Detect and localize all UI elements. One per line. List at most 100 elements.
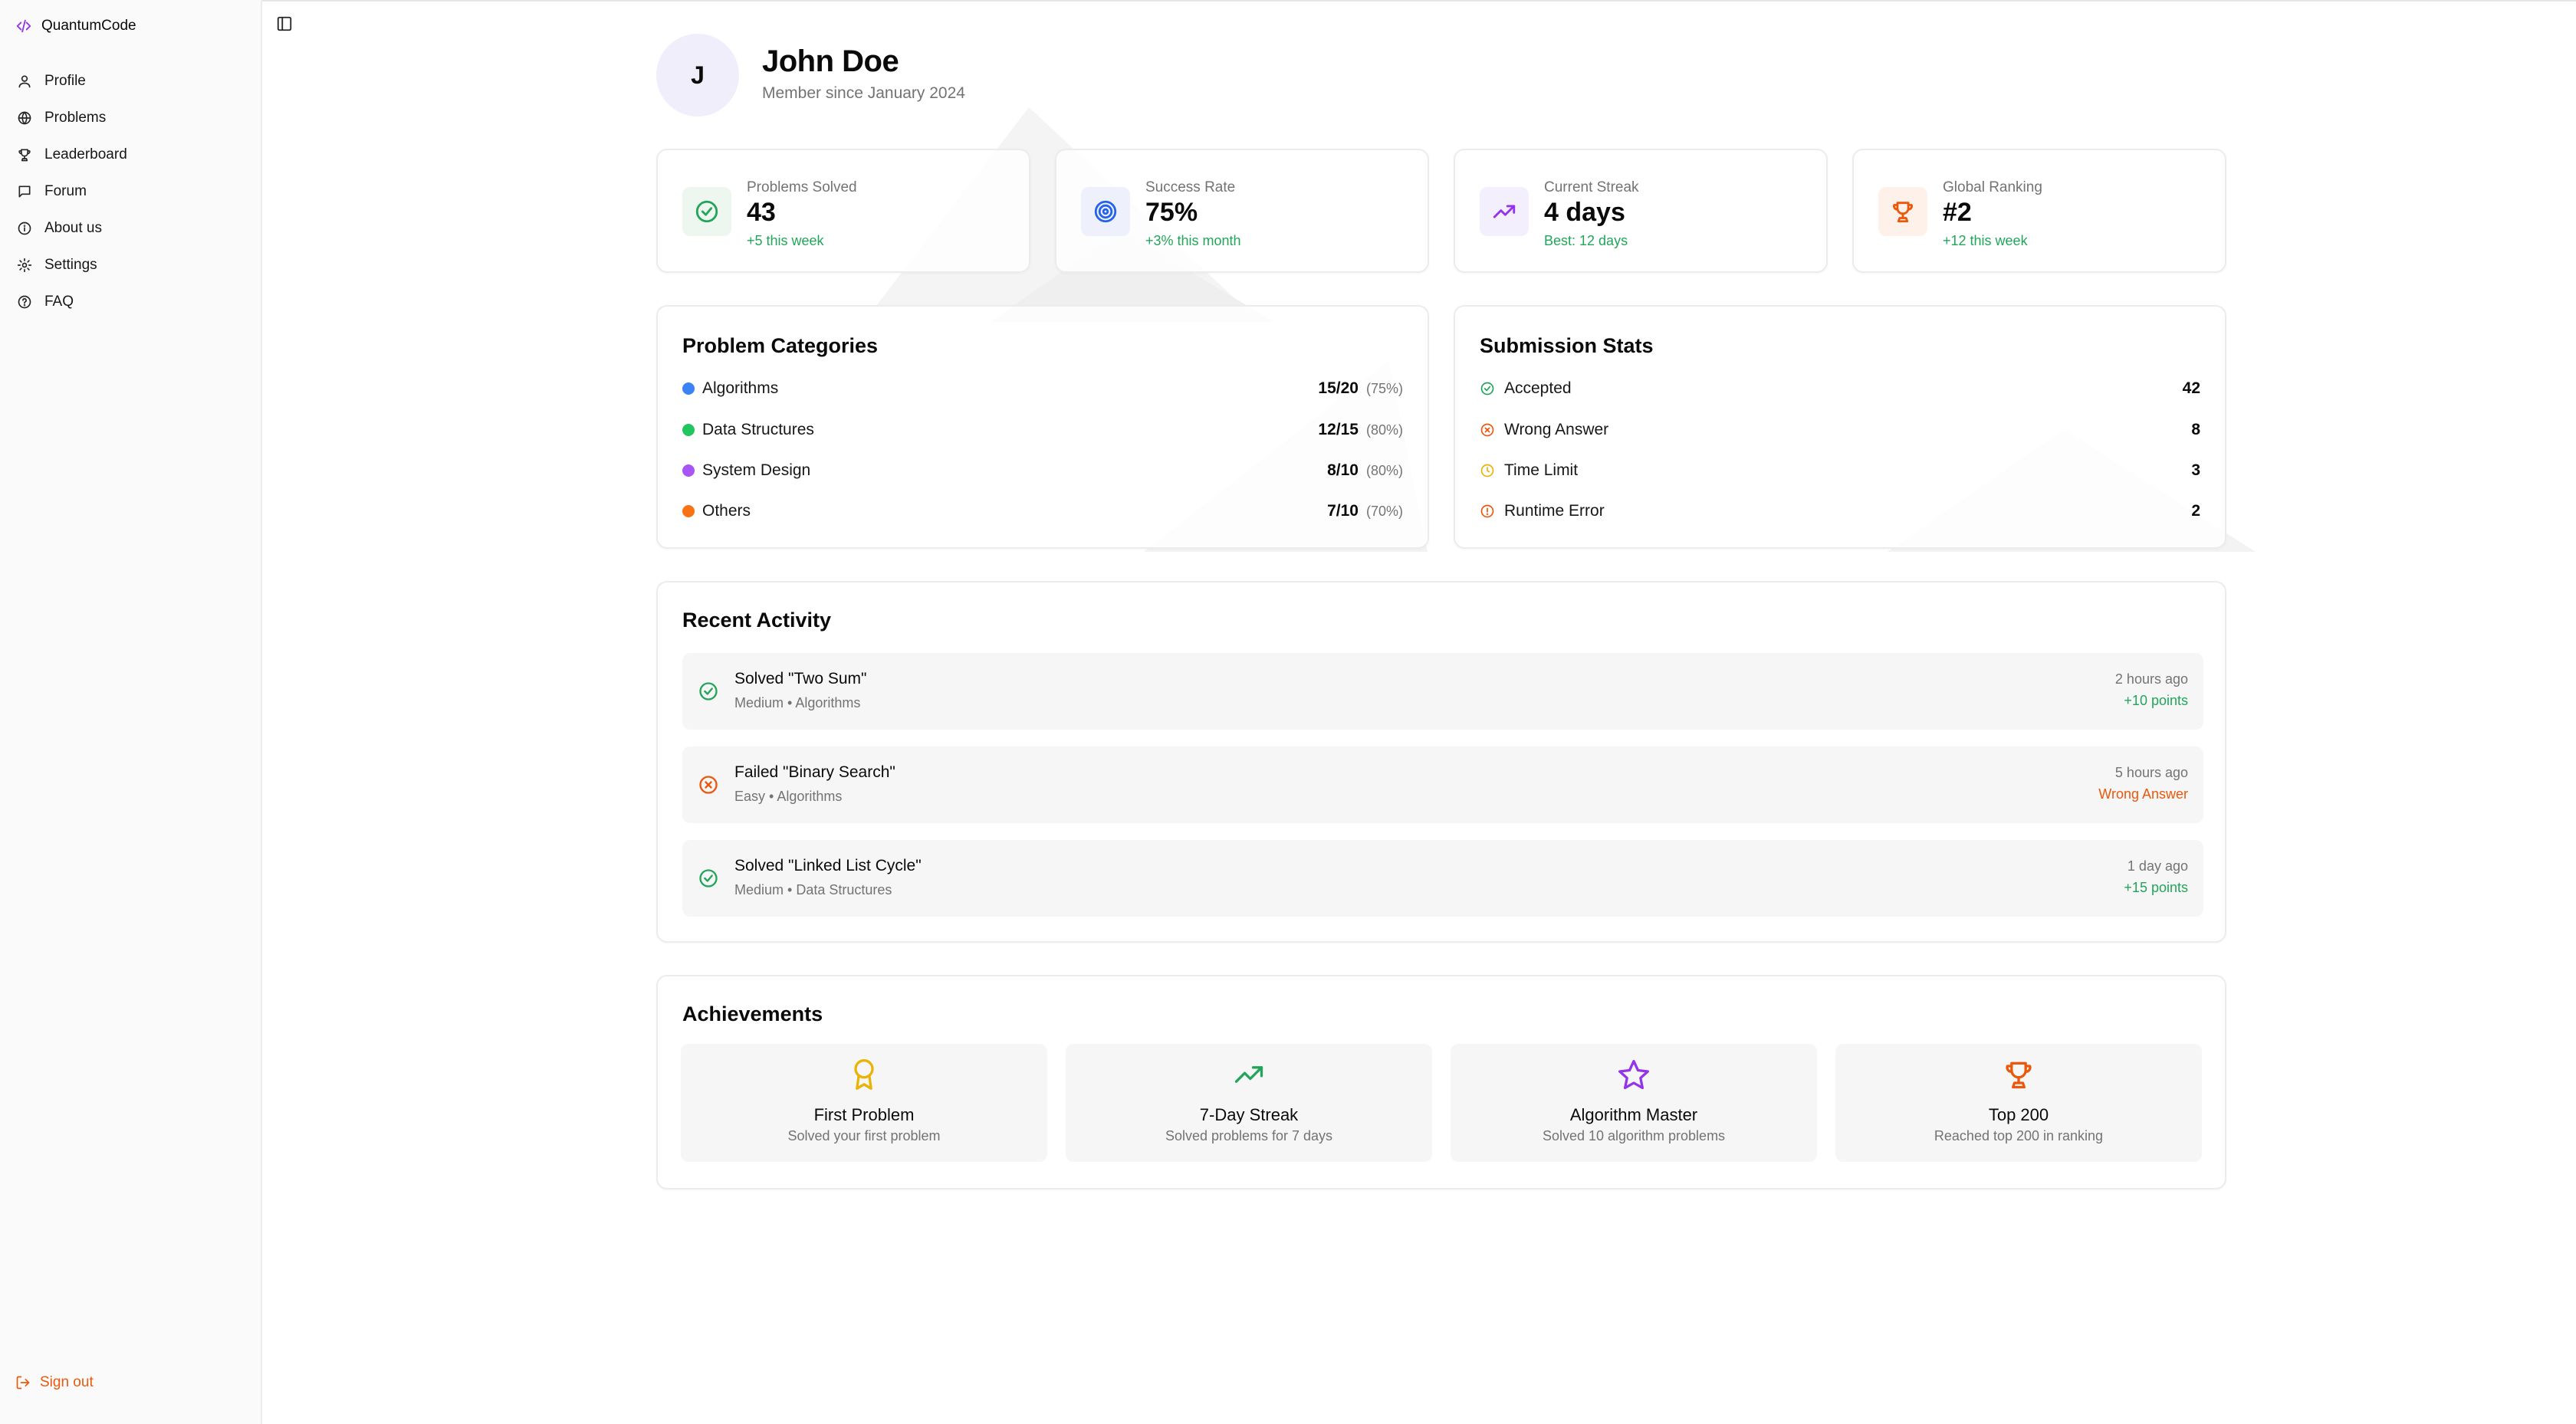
brand-name: QuantumCode bbox=[41, 18, 136, 34]
stat-icon-wrap bbox=[1480, 187, 1529, 236]
stat-value: 43 bbox=[747, 198, 776, 227]
stat-value: 75% bbox=[1145, 198, 1198, 227]
member-since: Member since January 2024 bbox=[762, 84, 965, 102]
stat-sub: +12 this week bbox=[1943, 233, 2028, 248]
sidebar-item-label: Profile bbox=[44, 73, 86, 89]
category-dot bbox=[682, 505, 695, 517]
page-title: John Doe bbox=[762, 44, 899, 78]
activity-time: 1 day ago bbox=[2127, 858, 2188, 874]
submission-count: 2 bbox=[2191, 502, 2200, 520]
activity-title: Solved "Two Sum" bbox=[734, 670, 867, 687]
category-label: Data Structures bbox=[702, 421, 814, 438]
category-dot bbox=[682, 464, 695, 477]
category-row-system-design: System Design 8/10 (80%) bbox=[682, 459, 1403, 482]
check-circle-icon bbox=[699, 682, 718, 701]
sign-out-label: Sign out bbox=[40, 1374, 94, 1390]
app-root: QuantumCode Profile Problems Leaderboard… bbox=[0, 0, 2576, 1424]
stat-label: Problems Solved bbox=[747, 179, 857, 195]
category-pct: (80%) bbox=[1365, 422, 1403, 438]
log-out-icon bbox=[16, 1376, 30, 1390]
target-icon bbox=[1094, 200, 1117, 223]
activity-item[interactable]: Failed "Binary Search" Easy • Algorithms… bbox=[682, 746, 2203, 823]
submission-row-runtime-error: Runtime Error 2 bbox=[1480, 500, 2200, 523]
submission-count: 3 bbox=[2191, 461, 2200, 479]
stat-card-success-rate: Success Rate 75% +3% this month bbox=[1055, 149, 1429, 273]
category-pct: (75%) bbox=[1365, 380, 1403, 396]
category-label: Algorithms bbox=[702, 379, 779, 397]
brand[interactable]: QuantumCode bbox=[15, 15, 136, 37]
stat-value: 4 days bbox=[1544, 198, 1625, 227]
category-row-data-structures: Data Structures 12/15 (80%) bbox=[682, 418, 1403, 441]
category-count: 12/15 bbox=[1318, 421, 1359, 438]
section-title: Submission Stats bbox=[1480, 334, 1654, 357]
sidebar-item-profile[interactable]: Profile bbox=[15, 63, 245, 100]
stat-label: Current Streak bbox=[1544, 179, 1639, 195]
submission-label: Time Limit bbox=[1504, 461, 1579, 479]
activity-title: Solved "Linked List Cycle" bbox=[734, 857, 922, 874]
trending-up-icon bbox=[1234, 1066, 1263, 1083]
sidebar-item-label: Leaderboard bbox=[44, 146, 127, 162]
star-icon bbox=[1618, 1059, 1649, 1090]
avatar: J bbox=[656, 34, 739, 116]
activity-time: 5 hours ago bbox=[2114, 765, 2188, 780]
user-icon bbox=[18, 75, 31, 88]
stat-icon-wrap bbox=[1878, 187, 1927, 236]
achievement-top-200[interactable]: Top 200 Reached top 200 in ranking bbox=[1835, 1044, 2202, 1162]
stat-label: Global Ranking bbox=[1943, 179, 2042, 195]
recent-activity-card: Recent Activity Solved "Two Sum" Medium … bbox=[656, 581, 2226, 943]
alert-circle-icon bbox=[1480, 504, 1494, 518]
submission-row-time-limit: Time Limit 3 bbox=[1480, 459, 2200, 482]
stat-card-global-ranking: Global Ranking #2 +12 this week bbox=[1852, 149, 2226, 273]
problem-categories-card: Problem Categories Algorithms 15/20 (75%… bbox=[656, 305, 1429, 549]
sidebar-item-settings[interactable]: Settings bbox=[15, 247, 245, 284]
x-circle-icon bbox=[1480, 423, 1494, 437]
activity-item[interactable]: Solved "Linked List Cycle" Medium • Data… bbox=[682, 840, 2203, 917]
submission-label: Wrong Answer bbox=[1504, 421, 1609, 438]
x-circle-icon bbox=[699, 776, 718, 794]
check-circle-icon bbox=[1480, 382, 1494, 395]
sidebar-item-label: Settings bbox=[44, 257, 97, 273]
stat-label: Success Rate bbox=[1145, 179, 1236, 195]
panel-left-icon bbox=[277, 16, 292, 31]
sidebar-item-label: FAQ bbox=[44, 294, 74, 310]
sidebar: QuantumCode Profile Problems Leaderboard… bbox=[0, 0, 262, 1424]
category-pct: (70%) bbox=[1365, 503, 1403, 519]
submission-count: 8 bbox=[2191, 421, 2200, 438]
clock-icon bbox=[1480, 464, 1494, 477]
achievement-first-problem[interactable]: First Problem Solved your first problem bbox=[681, 1044, 1047, 1162]
stat-card-current-streak: Current Streak 4 days Best: 12 days bbox=[1454, 149, 1828, 273]
stat-sub: +3% this month bbox=[1145, 233, 1241, 248]
category-count: 7/10 bbox=[1327, 502, 1359, 520]
submission-label: Runtime Error bbox=[1504, 502, 1605, 520]
sidebar-item-leaderboard[interactable]: Leaderboard bbox=[15, 136, 245, 173]
top-border bbox=[0, 0, 2576, 2]
activity-item[interactable]: Solved "Two Sum" Medium • Algorithms 2 h… bbox=[682, 653, 2203, 730]
category-count: 8/10 bbox=[1327, 461, 1359, 479]
achievement-desc: Solved 10 algorithm problems bbox=[1542, 1128, 1726, 1143]
activity-meta: Easy • Algorithms bbox=[734, 789, 843, 804]
sidebar-item-label: About us bbox=[44, 220, 102, 236]
activity-result: Wrong Answer bbox=[2098, 786, 2188, 802]
sidebar-item-faq[interactable]: FAQ bbox=[15, 284, 245, 320]
message-icon bbox=[18, 185, 31, 198]
sign-out-button[interactable]: Sign out bbox=[15, 1370, 94, 1395]
achievement-algorithm-master[interactable]: Algorithm Master Solved 10 algorithm pro… bbox=[1451, 1044, 1817, 1162]
achievement-title: 7-Day Streak bbox=[1199, 1105, 1299, 1124]
submission-stats-card: Submission Stats Accepted 42 Wrong Answe… bbox=[1454, 305, 2226, 549]
sidebar-item-about-us[interactable]: About us bbox=[15, 210, 245, 247]
section-title: Recent Activity bbox=[682, 609, 832, 632]
stat-card-problems-solved: Problems Solved 43 +5 this week bbox=[656, 149, 1030, 273]
trophy-icon bbox=[18, 149, 31, 162]
trophy-icon bbox=[1893, 202, 1913, 223]
category-dot bbox=[682, 424, 695, 436]
check-circle-icon bbox=[695, 200, 718, 223]
submission-count: 42 bbox=[2182, 379, 2200, 397]
sidebar-toggle-button[interactable] bbox=[276, 15, 294, 34]
submission-row-accepted: Accepted 42 bbox=[1480, 377, 2200, 400]
category-label: Others bbox=[702, 502, 751, 520]
achievement-7-day-streak[interactable]: 7-Day Streak Solved problems for 7 days bbox=[1066, 1044, 1432, 1162]
sidebar-item-problems[interactable]: Problems bbox=[15, 100, 245, 136]
activity-time: 2 hours ago bbox=[2114, 671, 2188, 687]
info-icon bbox=[18, 221, 31, 235]
sidebar-item-forum[interactable]: Forum bbox=[15, 173, 245, 210]
